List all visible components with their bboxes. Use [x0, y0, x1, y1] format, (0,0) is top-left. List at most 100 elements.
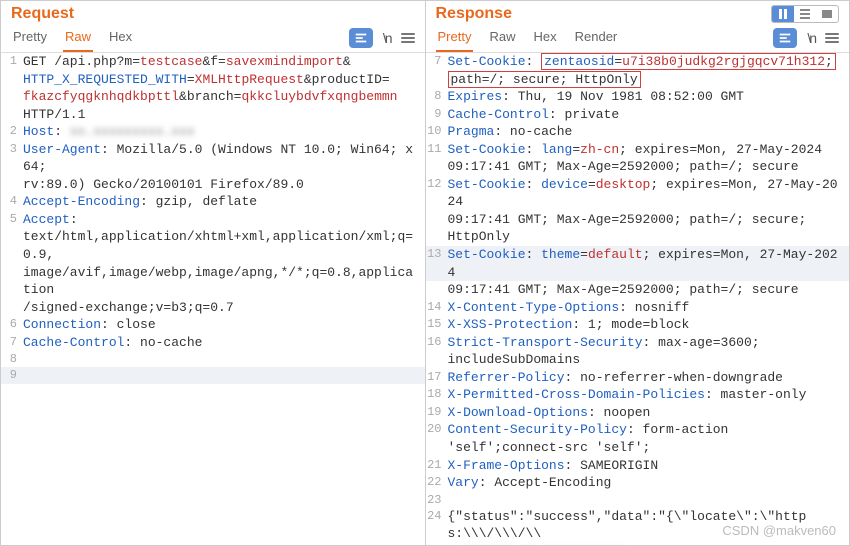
code-line[interactable]: /signed-exchange;v=b3;q=0.7 [1, 299, 425, 317]
line-number: 14 [426, 299, 448, 315]
code-line[interactable]: 5Accept: [1, 211, 425, 229]
line-content: X-Permitted-Cross-Domain-Policies: maste… [448, 386, 850, 404]
response-header: Response [426, 1, 850, 23]
line-content: GET /api.php?m=testcase&f=savexmindimpor… [23, 53, 425, 71]
code-line[interactable]: 20Content-Security-Policy: form-action [426, 421, 850, 439]
code-line[interactable]: 21X-Frame-Options: SAMEORIGIN [426, 457, 850, 475]
split-container: Request Pretty Raw Hex \n 1GET /api.php?m=… [0, 0, 850, 546]
view-mode-single[interactable] [816, 6, 838, 22]
code-line[interactable]: 09:17:41 GMT; Max-Age=2592000; path=/; s… [426, 211, 850, 229]
line-content: Content-Security-Policy: form-action [448, 421, 850, 439]
code-line[interactable]: 4Accept-Encoding: gzip, deflate [1, 193, 425, 211]
request-header: Request [1, 1, 425, 23]
code-line[interactable]: rv:89.0) Gecko/20100101 Firefox/89.0 [1, 176, 425, 194]
view-mode-columns[interactable] [772, 6, 794, 22]
line-content: Referrer-Policy: no-referrer-when-downgr… [448, 369, 850, 387]
code-line[interactable]: image/avif,image/webp,image/apng,*/*;q=0… [1, 264, 425, 299]
line-content: Set-Cookie: device=desktop; expires=Mon,… [448, 176, 850, 211]
code-line[interactable]: 19X-Download-Options: noopen [426, 404, 850, 422]
tab-hex[interactable]: Hex [107, 23, 134, 52]
code-line[interactable]: 8Expires: Thu, 19 Nov 1981 08:52:00 GMT [426, 88, 850, 106]
code-line[interactable]: includeSubDomains [426, 351, 850, 369]
request-tab-tools: \n [349, 28, 415, 48]
beautify-button[interactable] [773, 28, 797, 48]
code-line[interactable]: 1GET /api.php?m=testcase&f=savexmindimpo… [1, 53, 425, 71]
line-number: 22 [426, 474, 448, 490]
line-number: 20 [426, 421, 448, 437]
wrap-lines-icon[interactable]: \n [383, 30, 391, 46]
line-number: 15 [426, 316, 448, 332]
hamburger-icon[interactable] [825, 31, 839, 45]
line-content: 09:17:41 GMT; Max-Age=2592000; path=/; s… [448, 281, 850, 299]
code-line[interactable]: 3User-Agent: Mozilla/5.0 (Windows NT 10.… [1, 141, 425, 176]
code-line[interactable]: 6Connection: close [1, 316, 425, 334]
code-line[interactable]: 17Referrer-Policy: no-referrer-when-down… [426, 369, 850, 387]
code-line[interactable]: HttpOnly [426, 228, 850, 246]
code-line[interactable]: 11Set-Cookie: lang=zh-cn; expires=Mon, 2… [426, 141, 850, 159]
tab-pretty[interactable]: Pretty [11, 23, 49, 52]
line-number: 3 [1, 141, 23, 157]
tab-raw[interactable]: Raw [487, 23, 517, 52]
line-content: /signed-exchange;v=b3;q=0.7 [23, 299, 425, 317]
hamburger-icon[interactable] [401, 31, 415, 45]
tab-raw[interactable]: Raw [63, 23, 93, 52]
request-code-area[interactable]: 1GET /api.php?m=testcase&f=savexmindimpo… [1, 53, 425, 545]
line-content: X-Frame-Options: SAMEORIGIN [448, 457, 850, 475]
response-panel: Response Pretty Raw Hex Render \n 7Set-Cook… [426, 1, 850, 545]
code-line[interactable]: fkazcfyqgknhqdkbpttl&branch=qkkcluybdvfx… [1, 88, 425, 106]
code-line[interactable]: 15X-XSS-Protection: 1; mode=block [426, 316, 850, 334]
tab-render[interactable]: Render [573, 23, 620, 52]
code-line[interactable]: HTTP_X_REQUESTED_WITH=XMLHttpRequest&pro… [1, 71, 425, 89]
code-line[interactable]: 13Set-Cookie: theme=default; expires=Mon… [426, 246, 850, 281]
code-line[interactable]: 8 [1, 351, 425, 367]
code-line[interactable]: 24{"status":"success","data":"{\"locate\… [426, 508, 850, 543]
line-number: 11 [426, 141, 448, 157]
line-number: 23 [426, 492, 448, 508]
line-content: HTTP/1.1 [23, 106, 425, 124]
view-mode-stacked[interactable] [794, 6, 816, 22]
beautify-button[interactable] [349, 28, 373, 48]
code-line[interactable]: 7Set-Cookie: zentaosid=u7i38b0judkg2rgjg… [426, 53, 850, 71]
line-number: 8 [1, 351, 23, 367]
line-number: 12 [426, 176, 448, 192]
tab-pretty[interactable]: Pretty [436, 23, 474, 52]
code-line[interactable]: 9 [1, 367, 425, 383]
code-line[interactable]: 23 [426, 492, 850, 508]
code-line[interactable]: text/html,application/xhtml+xml,applicat… [1, 228, 425, 263]
response-code-area[interactable]: 7Set-Cookie: zentaosid=u7i38b0judkg2rgjg… [426, 53, 850, 545]
line-content: X-Download-Options: noopen [448, 404, 850, 422]
code-line[interactable]: path=/; secure; HttpOnly [426, 71, 850, 89]
code-line[interactable]: 09:17:41 GMT; Max-Age=2592000; path=/; s… [426, 281, 850, 299]
request-title: Request [11, 5, 74, 23]
code-line[interactable]: 14X-Content-Type-Options: nosniff [426, 299, 850, 317]
line-number: 13 [426, 246, 448, 262]
line-number: 9 [1, 367, 23, 383]
line-content: 'self';connect-src 'self'; [448, 439, 850, 457]
code-line[interactable]: 16Strict-Transport-Security: max-age=360… [426, 334, 850, 352]
code-line[interactable]: \/xxxxxx.xx.xxxxxxxxxxx [426, 543, 850, 545]
view-mode-toggle[interactable] [771, 5, 839, 23]
wrap-lines-icon[interactable]: \n [807, 30, 815, 46]
response-title: Response [436, 5, 512, 23]
code-line[interactable]: 7Cache-Control: no-cache [1, 334, 425, 352]
line-content: Vary: Accept-Encoding [448, 474, 850, 492]
code-line[interactable]: 10Pragma: no-cache [426, 123, 850, 141]
code-line[interactable]: 'self';connect-src 'self'; [426, 439, 850, 457]
code-line[interactable]: 2Host: xx.xxxxxxxxx.xxx [1, 123, 425, 141]
code-line[interactable]: 12Set-Cookie: device=desktop; expires=Mo… [426, 176, 850, 211]
line-number: 2 [1, 123, 23, 139]
tab-hex[interactable]: Hex [531, 23, 558, 52]
code-line[interactable]: 22Vary: Accept-Encoding [426, 474, 850, 492]
line-content: Expires: Thu, 19 Nov 1981 08:52:00 GMT [448, 88, 850, 106]
line-number: 17 [426, 369, 448, 385]
line-number: 5 [1, 211, 23, 227]
line-content: text/html,application/xhtml+xml,applicat… [23, 228, 425, 263]
code-line[interactable]: 9Cache-Control: private [426, 106, 850, 124]
line-content: path=/; secure; HttpOnly [448, 71, 850, 89]
line-number: 24 [426, 508, 448, 524]
request-tabs: Pretty Raw Hex [11, 23, 134, 52]
code-line[interactable]: HTTP/1.1 [1, 106, 425, 124]
code-line[interactable]: 09:17:41 GMT; Max-Age=2592000; path=/; s… [426, 158, 850, 176]
line-content: 09:17:41 GMT; Max-Age=2592000; path=/; s… [448, 158, 850, 176]
code-line[interactable]: 18X-Permitted-Cross-Domain-Policies: mas… [426, 386, 850, 404]
